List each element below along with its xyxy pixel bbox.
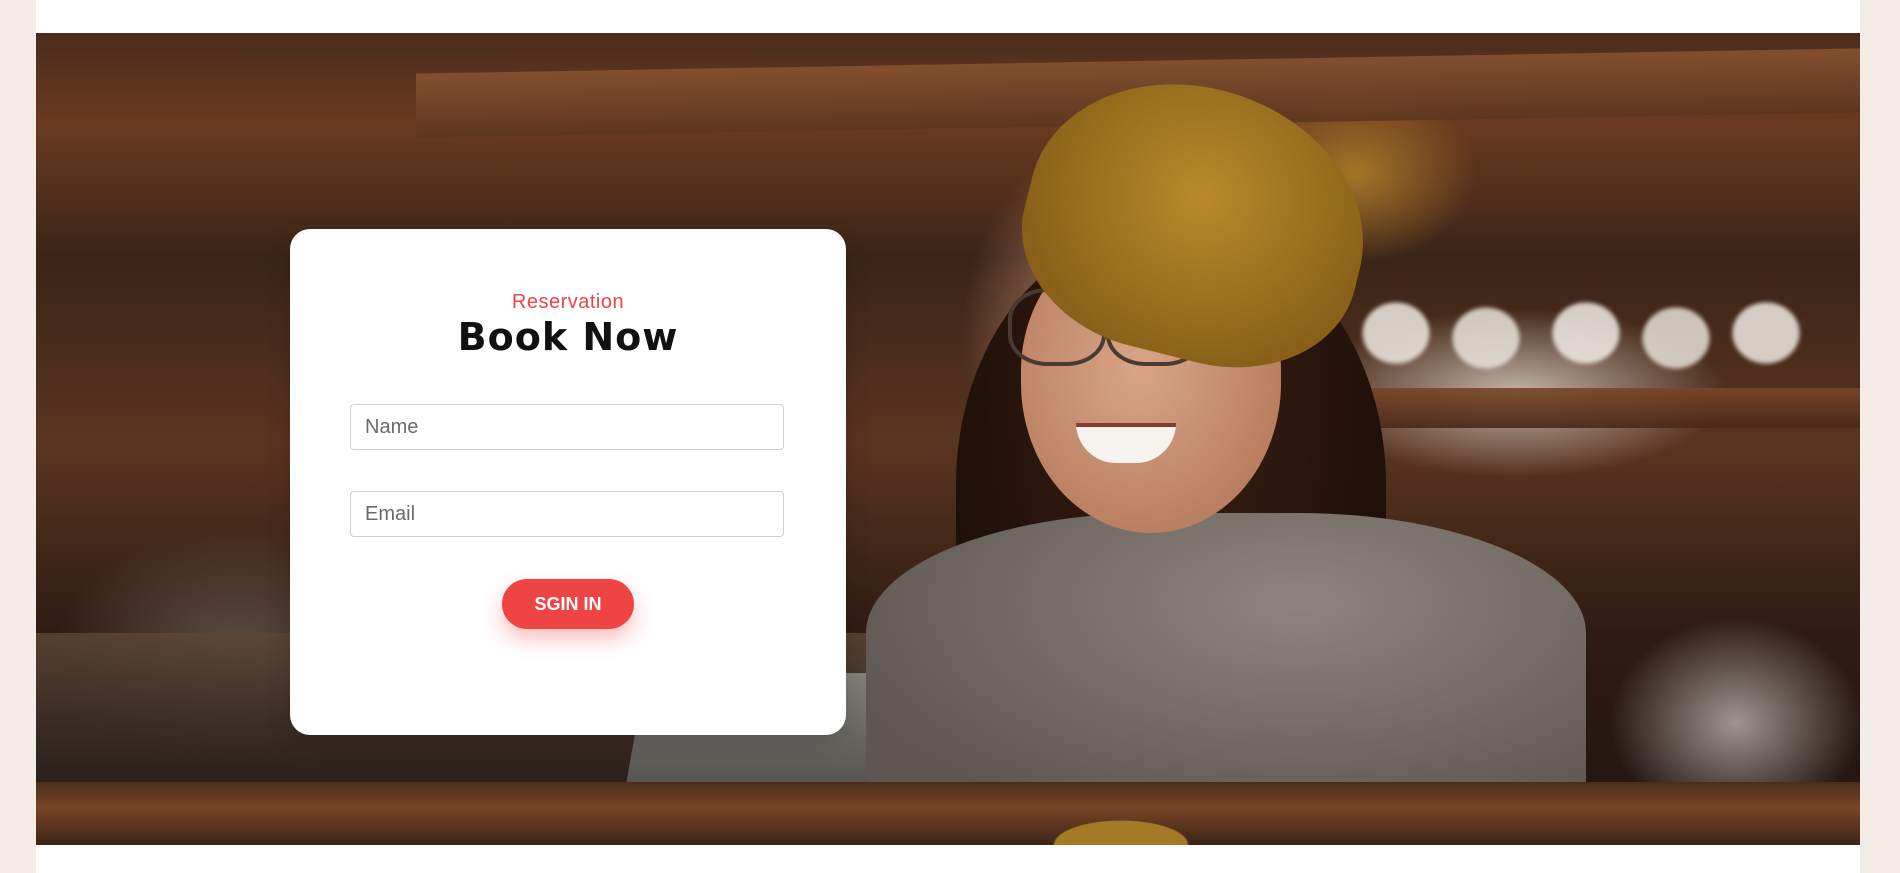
cups-decor — [1336, 283, 1860, 383]
scrollbar[interactable] — [1895, 0, 1900, 873]
reservation-card: Reservation Book Now SGIN IN — [290, 229, 846, 735]
shelf-decor — [1336, 388, 1860, 428]
reservation-eyebrow: Reservation — [511, 291, 625, 313]
sign-in-button[interactable]: SGIN IN — [502, 579, 634, 629]
photo-strip — [36, 782, 1860, 845]
person-sweater-decor — [866, 513, 1586, 813]
book-now-title: Book Now — [457, 315, 679, 359]
name-input[interactable] — [350, 404, 784, 450]
hero-section: Reservation Book Now SGIN IN — [36, 33, 1860, 845]
email-input[interactable] — [350, 491, 784, 537]
